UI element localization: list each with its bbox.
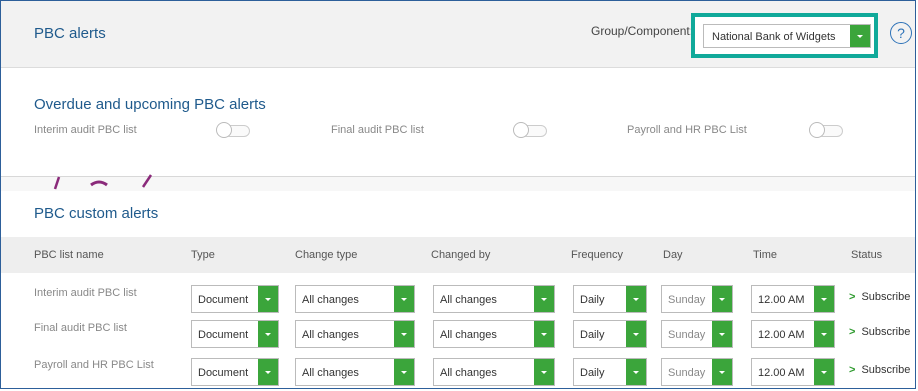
decorative-swoosh xyxy=(53,174,153,190)
col-type: Type xyxy=(191,249,215,261)
change-type-select[interactable]: All changes xyxy=(295,320,415,348)
chevron-down-icon[interactable] xyxy=(814,359,834,385)
help-icon[interactable]: ? xyxy=(890,22,912,44)
chevron-right-icon: > xyxy=(849,364,856,376)
chevron-down-icon[interactable] xyxy=(850,25,870,47)
overdue-title: Overdue and upcoming PBC alerts xyxy=(34,96,266,113)
chevron-down-icon[interactable] xyxy=(814,321,834,347)
header-bar: PBC alerts Group/Component: National Ban… xyxy=(1,1,915,68)
chevron-right-icon: > xyxy=(849,326,856,338)
toggle-interim[interactable] xyxy=(216,122,250,138)
day-select[interactable]: Sunday xyxy=(661,320,733,348)
toggle-label-interim: Interim audit PBC list xyxy=(34,124,137,136)
type-value: Document xyxy=(198,367,249,379)
subscribe-link[interactable]: > Subscribe xyxy=(849,364,910,376)
changed-by-value: All changes xyxy=(440,367,497,379)
row-name: Payroll and HR PBC List xyxy=(34,359,154,371)
day-value: Sunday xyxy=(668,294,706,306)
chevron-down-icon[interactable] xyxy=(626,321,646,347)
chevron-down-icon[interactable] xyxy=(534,359,554,385)
row-name: Final audit PBC list xyxy=(34,322,127,334)
change-type-select[interactable]: All changes xyxy=(295,358,415,386)
table-header: PBC list name Type Change type Changed b… xyxy=(1,237,915,273)
chevron-down-icon[interactable] xyxy=(258,359,278,385)
changed-by-select[interactable]: All changes xyxy=(433,358,555,386)
col-day: Day xyxy=(663,249,683,261)
day-select[interactable]: Sunday xyxy=(661,358,733,386)
chevron-down-icon[interactable] xyxy=(534,321,554,347)
col-changed-by: Changed by xyxy=(431,249,491,261)
pbc-alerts-panel: PBC alerts Group/Component: National Ban… xyxy=(0,0,916,389)
col-frequency: Frequency xyxy=(571,249,623,261)
chevron-down-icon[interactable] xyxy=(394,359,414,385)
chevron-down-icon[interactable] xyxy=(394,286,414,312)
chevron-down-icon[interactable] xyxy=(814,286,834,312)
group-component-select[interactable]: National Bank of Widgets xyxy=(703,24,871,48)
type-select[interactable]: Document xyxy=(191,320,279,348)
col-pbc-list-name: PBC list name xyxy=(34,249,104,261)
day-value: Sunday xyxy=(668,367,706,379)
change-type-value: All changes xyxy=(302,329,359,341)
changed-by-select[interactable]: All changes xyxy=(433,320,555,348)
time-select[interactable]: 12.00 AM xyxy=(751,320,835,348)
frequency-select[interactable]: Daily xyxy=(573,285,647,313)
type-select[interactable]: Document xyxy=(191,358,279,386)
changed-by-select[interactable]: All changes xyxy=(433,285,555,313)
time-value: 12.00 AM xyxy=(758,367,805,379)
group-component-label: Group/Component: xyxy=(591,24,694,38)
type-select[interactable]: Document xyxy=(191,285,279,313)
type-value: Document xyxy=(198,294,249,306)
time-select[interactable]: 12.00 AM xyxy=(751,358,835,386)
day-select[interactable]: Sunday xyxy=(661,285,733,313)
chevron-right-icon: > xyxy=(849,291,856,303)
subscribe-link[interactable]: > Subscribe xyxy=(849,326,910,338)
chevron-down-icon[interactable] xyxy=(394,321,414,347)
chevron-down-icon[interactable] xyxy=(534,286,554,312)
frequency-select[interactable]: Daily xyxy=(573,358,647,386)
changed-by-value: All changes xyxy=(440,294,497,306)
col-change-type: Change type xyxy=(295,249,358,261)
time-value: 12.00 AM xyxy=(758,329,805,341)
custom-alerts-title: PBC custom alerts xyxy=(34,205,159,222)
frequency-value: Daily xyxy=(580,367,605,379)
frequency-value: Daily xyxy=(580,329,605,341)
time-select[interactable]: 12.00 AM xyxy=(751,285,835,313)
toggle-label-final: Final audit PBC list xyxy=(331,124,424,136)
chevron-down-icon[interactable] xyxy=(712,321,732,347)
chevron-down-icon[interactable] xyxy=(712,286,732,312)
time-value: 12.00 AM xyxy=(758,294,805,306)
toggle-final[interactable] xyxy=(513,122,547,138)
group-component-value: National Bank of Widgets xyxy=(712,31,836,43)
col-status: Status xyxy=(851,249,883,261)
change-type-select[interactable]: All changes xyxy=(295,285,415,313)
group-component-highlight: National Bank of Widgets xyxy=(691,13,878,58)
row-name: Interim audit PBC list xyxy=(34,287,137,299)
overdue-section: Overdue and upcoming PBC alerts Interim … xyxy=(1,68,915,177)
toggle-payroll[interactable] xyxy=(809,122,843,138)
frequency-value: Daily xyxy=(580,294,605,306)
day-value: Sunday xyxy=(668,329,706,341)
subscribe-label: Subscribe xyxy=(861,291,911,303)
chevron-down-icon[interactable] xyxy=(258,321,278,347)
col-time: Time xyxy=(753,249,778,261)
frequency-select[interactable]: Daily xyxy=(573,320,647,348)
change-type-value: All changes xyxy=(302,367,359,379)
page-title: PBC alerts xyxy=(34,25,106,42)
subscribe-label: Subscribe xyxy=(861,364,911,376)
chevron-down-icon[interactable] xyxy=(712,359,732,385)
toggle-label-payroll: Payroll and HR PBC List xyxy=(627,124,747,136)
change-type-value: All changes xyxy=(302,294,359,306)
chevron-down-icon[interactable] xyxy=(626,359,646,385)
chevron-down-icon[interactable] xyxy=(626,286,646,312)
type-value: Document xyxy=(198,329,249,341)
chevron-down-icon[interactable] xyxy=(258,286,278,312)
subscribe-link[interactable]: > Subscribe xyxy=(849,291,910,303)
subscribe-label: Subscribe xyxy=(861,326,911,338)
changed-by-value: All changes xyxy=(440,329,497,341)
